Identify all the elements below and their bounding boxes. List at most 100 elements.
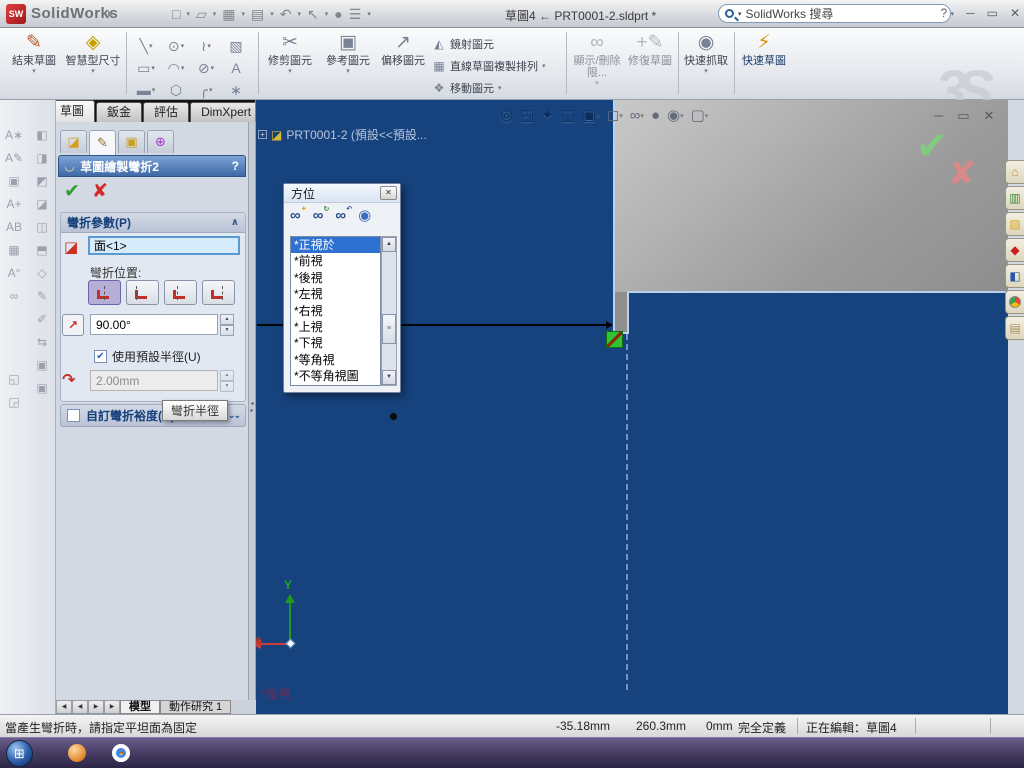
section-view-icon[interactable]: ◫ <box>561 106 575 124</box>
save-block-icon[interactable]: ▦ <box>8 243 19 257</box>
fixed-face-selection-field[interactable]: 面<1> <box>88 236 240 255</box>
reset-standard-views-icon[interactable]: ∞ ↶ <box>335 206 352 224</box>
options-icon[interactable]: ☰ <box>349 6 362 23</box>
spin-down-icon[interactable]: ▼ <box>220 381 234 392</box>
material-outside-button[interactable] <box>164 280 197 305</box>
align-sketch-icon[interactable]: ⇆ <box>37 335 47 349</box>
taskpane-file-explorer-button[interactable]: ▨ <box>1005 212 1024 236</box>
menu-expand-chevron-icon[interactable]: ▸ <box>108 6 114 20</box>
view-back[interactable]: *後視 <box>291 270 380 286</box>
spline-tool-button[interactable]: ≀ ▾ <box>192 36 220 56</box>
update-standard-views-icon[interactable]: ∞ ↻ <box>313 206 330 224</box>
coincident-relation-marker[interactable] <box>606 331 623 348</box>
repair-sketch-button[interactable]: +✎ 修復草圖 <box>626 31 674 97</box>
confirmation-ok-icon[interactable]: ✔ <box>916 124 948 169</box>
chevron-down-icon[interactable]: ▾ <box>325 10 329 18</box>
mirror-entities-button[interactable]: ◭ 鏡射圖元 <box>432 36 494 52</box>
extrude-icon[interactable]: ▣ <box>36 358 47 372</box>
view-orientation-icon[interactable]: ▣▾ <box>582 106 600 124</box>
offset-entities-button[interactable]: ↗ 偏移圖元 <box>378 31 428 97</box>
part-face-gray[interactable] <box>615 100 1008 292</box>
view-settings-icon[interactable]: ▢▾ <box>691 106 709 124</box>
chevron-down-icon[interactable]: ▾ <box>298 10 302 18</box>
polygon-tool-button[interactable]: ⬡ <box>162 80 190 100</box>
orientation-close-button[interactable]: ✕ <box>380 186 397 200</box>
explode-block-icon[interactable]: A° <box>8 266 21 280</box>
spin-up-icon[interactable]: ▲ <box>220 314 234 325</box>
move-entities-button[interactable]: ❖ 移動圖元 ▾ <box>432 80 502 96</box>
tree-part-label[interactable]: PRT0001-2 (預設<<預設... <box>286 126 427 143</box>
add-remove-block-icon[interactable]: A+ <box>6 197 21 211</box>
tool-icon[interactable]: ◱ <box>8 372 19 386</box>
left-view-icon[interactable]: ◪ <box>36 197 47 211</box>
tab-sheet-metal[interactable]: 鈑金 <box>96 102 143 122</box>
restore-button[interactable]: ▭ <box>987 6 998 20</box>
tab-scroll-first-icon[interactable]: ◀ <box>56 700 72 714</box>
search-box[interactable]: ▾ SolidWorks 搜尋 <box>718 4 951 23</box>
insert-block-icon[interactable]: ▣ <box>8 174 19 188</box>
pin-icon[interactable]: ◉ <box>358 206 371 224</box>
close-button[interactable]: ✕ <box>1010 6 1020 20</box>
view-top[interactable]: *上視 <box>291 319 380 335</box>
confirmation-cancel-icon[interactable]: ✘ <box>948 154 977 194</box>
splitter-grip-icon[interactable]: ◂ ▸ <box>248 394 256 420</box>
chevron-down-icon[interactable]: ▾ <box>270 10 274 18</box>
save-icon[interactable]: ▦ <box>222 6 235 23</box>
taskpane-toolbox-button[interactable]: ◆ <box>1005 238 1024 262</box>
convert-entities-button[interactable]: ▣ 參考圖元 ▾ <box>320 31 376 97</box>
sketch-line-endpoint[interactable] <box>606 321 613 329</box>
edit-appearance-icon[interactable]: ● <box>651 107 660 124</box>
zoom-to-fit-icon[interactable]: ◎ <box>500 106 513 124</box>
view-bottom[interactable]: *下視 <box>291 335 380 351</box>
taskpane-appearances-button[interactable] <box>1005 290 1024 314</box>
rebuild-icon[interactable]: ● <box>334 6 342 22</box>
use-default-radius-checkbox[interactable]: ✔ <box>94 350 107 363</box>
doc-minimize-icon[interactable]: ─ <box>934 108 943 124</box>
view-isometric[interactable]: *等角視 <box>291 352 380 368</box>
rapid-sketch-button[interactable]: ⚡ 快速草圖 <box>738 31 790 97</box>
smart-dimension-button[interactable]: ◈ 智慧型尺寸 ▾ <box>64 31 122 97</box>
tree-expand-icon[interactable]: + <box>258 130 267 139</box>
centerline-dashed[interactable] <box>626 334 628 690</box>
material-inside-button[interactable] <box>126 280 159 305</box>
quick-launch-app-icon[interactable] <box>68 744 86 762</box>
model-tab[interactable]: 模型 <box>120 700 160 714</box>
pm-cancel-button[interactable]: ✘ <box>92 180 108 203</box>
sketch-point[interactable] <box>390 413 397 420</box>
selection-box-tool-button[interactable]: ▧ <box>222 36 250 56</box>
auxiliary-view-icon[interactable]: ◇ <box>37 266 46 280</box>
select-cursor-icon[interactable]: ↖ <box>307 6 319 23</box>
reverse-direction-button[interactable]: ↗ <box>62 314 84 336</box>
pm-help-icon[interactable]: ? <box>232 159 239 173</box>
bottom-view-icon[interactable]: ◫ <box>36 220 47 234</box>
display-style-icon[interactable]: ◻▾ <box>607 106 623 124</box>
view-normal-to[interactable]: *正視於 <box>291 237 380 254</box>
cut-icon[interactable]: ▣ <box>36 381 47 395</box>
hide-show-items-icon[interactable]: ∞▾ <box>630 107 644 124</box>
front-view-icon[interactable]: ◧ <box>36 128 47 142</box>
slot-tool-button[interactable]: ▬ ▾ <box>132 80 160 100</box>
arc-tool-button[interactable]: ◠ ▾ <box>162 58 190 78</box>
chevron-down-icon[interactable]: ▾ <box>367 10 371 18</box>
bend-outside-button[interactable] <box>202 280 235 305</box>
search-input[interactable]: SolidWorks 搜尋 <box>746 5 834 22</box>
belt-chain-icon[interactable]: ∞ <box>10 289 19 303</box>
feature-tree-flyout[interactable]: + ◪ PRT0001-2 (預設<<預設... <box>258 126 427 143</box>
bend-radius-field[interactable]: 2.00mm <box>90 370 218 391</box>
view-front[interactable]: *前視 <box>291 253 380 269</box>
text-tool-button[interactable]: A <box>222 58 250 78</box>
tool-icon[interactable]: ◲ <box>8 395 19 409</box>
right-view-icon[interactable]: ◩ <box>36 174 47 188</box>
scroll-up-icon[interactable]: ▲ <box>382 237 396 252</box>
chevron-down-icon[interactable]: ▾ <box>242 10 246 18</box>
exit-sketch-button[interactable]: ✎ 結束草圖 ▾ <box>6 31 62 97</box>
circle-tool-button[interactable]: ⊙ ▾ <box>162 36 190 56</box>
expand-chevron-icon[interactable]: ⌄⌄ <box>228 410 241 421</box>
taskpane-view-palette-button[interactable]: ◧ <box>1005 264 1024 288</box>
collapse-chevron-icon[interactable]: ∧ <box>231 217 239 228</box>
new-document-icon[interactable]: □ <box>172 6 180 22</box>
dimxpert-tab[interactable]: ⊕ <box>147 130 174 153</box>
spin-down-icon[interactable]: ▼ <box>220 325 234 336</box>
undo-icon[interactable]: ↶ <box>280 6 292 23</box>
doc-close-icon[interactable]: ✕ <box>984 108 995 124</box>
